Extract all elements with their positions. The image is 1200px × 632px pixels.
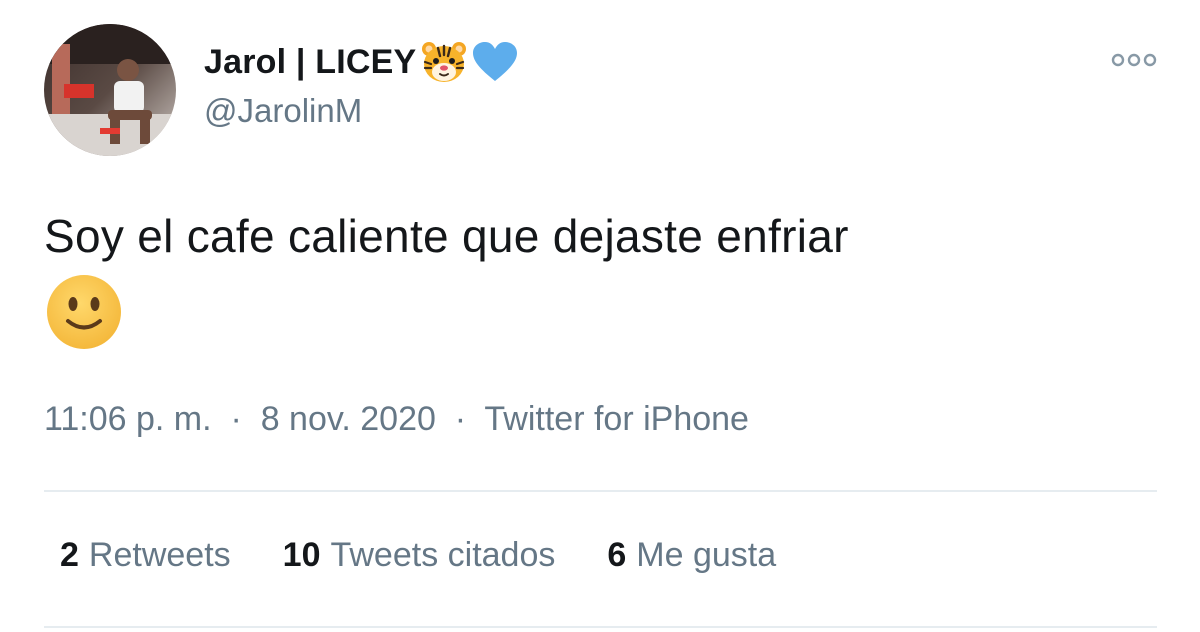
display-name[interactable]: Jarol | LICEY	[204, 43, 416, 82]
more-options-button[interactable]	[1108, 48, 1160, 72]
retweets-count: 2	[60, 536, 79, 574]
meta-separator: ·	[221, 400, 252, 438]
quote-tweets-stat[interactable]: 10 Tweets citados	[283, 536, 556, 575]
slightly-smiling-face-icon	[46, 274, 122, 350]
retweets-label: Retweets	[88, 536, 231, 574]
tweet-date[interactable]: 8 nov. 2020	[261, 400, 436, 438]
tweet-meta: 11:06 p. m. · 8 nov. 2020 · Twitter for …	[44, 400, 749, 439]
divider	[44, 626, 1157, 628]
avatar-photo	[44, 24, 176, 156]
tweet-source[interactable]: Twitter for iPhone	[484, 400, 749, 438]
likes-label: Me gusta	[636, 536, 777, 574]
blue-heart-icon	[472, 41, 518, 83]
quote-tweets-count: 10	[282, 536, 321, 574]
more-dots-icon	[1111, 53, 1157, 67]
author-name-row[interactable]: Jarol | LICEY	[204, 36, 518, 88]
retweets-stat[interactable]: 2 Retweets	[60, 536, 231, 575]
likes-stat[interactable]: 6 Me gusta	[607, 536, 776, 575]
quote-tweets-label: Tweets citados	[330, 536, 556, 574]
divider	[44, 490, 1157, 492]
meta-separator: ·	[445, 400, 476, 438]
tweet-time[interactable]: 11:06 p. m.	[44, 400, 212, 438]
tweet-card: Jarol | LICEY @JarolinM Soy el cafe cali…	[0, 0, 1200, 632]
author-handle[interactable]: @JarolinM	[204, 92, 362, 130]
engagement-stats: 2 Retweets 10 Tweets citados 6 Me gusta	[60, 536, 776, 575]
tweet-text: Soy el cafe caliente que dejaste enfriar	[44, 210, 849, 262]
avatar[interactable]	[44, 24, 176, 156]
tiger-face-icon	[420, 40, 468, 84]
likes-count: 6	[607, 536, 627, 574]
